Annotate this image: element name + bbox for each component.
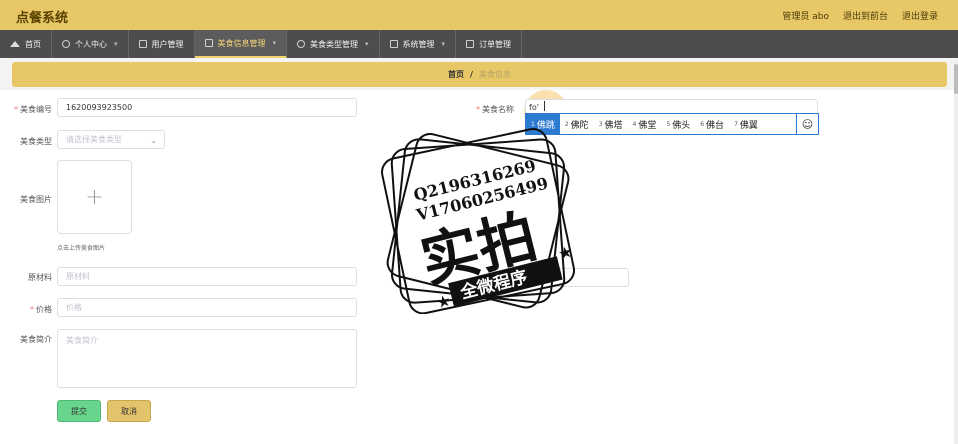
emoji-icon[interactable]: ☺ <box>796 114 818 134</box>
chevron-down-icon: ▾ <box>441 40 446 48</box>
settings-icon <box>389 40 398 48</box>
breadcrumb-current: 美食信息 <box>478 70 511 79</box>
app-title: 点餐系统 <box>16 11 69 26</box>
text-cursor <box>544 101 545 111</box>
logout-link[interactable]: 退出登录 <box>902 9 938 22</box>
breadcrumb: 首页 / 美食信息 <box>12 62 947 87</box>
ime-candidate[interactable]: 3 佛塔 <box>594 113 628 135</box>
chevron-down-icon: ⌄ <box>150 136 157 145</box>
order-icon <box>466 40 475 48</box>
plus-icon: + <box>85 184 104 210</box>
type-select[interactable]: 请选择美食类型 ⌄ <box>57 130 165 149</box>
nav-item-orders[interactable]: 订单管理 <box>456 30 523 58</box>
nav-item-users[interactable]: 用户管理 <box>129 30 195 58</box>
chevron-down-icon: ▾ <box>365 40 369 48</box>
nav-item-system[interactable]: 系统管理 ▾ <box>380 30 457 58</box>
ingredients-label: 原材料 <box>28 273 52 282</box>
nav-item-profile[interactable]: 个人中心 ▾ <box>52 30 129 58</box>
nav-item-food-info[interactable]: 美食信息管理 ▾ <box>194 30 288 58</box>
nav-item-food-type[interactable]: 美食类型管理 ▾ <box>287 30 380 58</box>
intro-textarea[interactable]: 美食简介 <box>57 329 357 388</box>
image-upload[interactable]: + <box>57 160 132 234</box>
user-icon <box>62 40 70 48</box>
back-to-front-link[interactable]: 退出到前台 <box>843 9 888 22</box>
ime-candidate[interactable]: 4 佛堂 <box>628 113 662 135</box>
watermark-stamp: Q2196316269 V17060256499 实拍 全微程序 ★ ★ <box>381 128 576 314</box>
top-header: 点餐系统 管理员 abo 退出到前台 退出登录 <box>0 0 958 30</box>
code-input[interactable]: 1620093923500 <box>57 98 357 117</box>
type-select-placeholder: 请选择美食类型 <box>66 135 122 144</box>
nav-label: 首页 <box>25 39 41 49</box>
upload-hint: 点击上传美食图片 <box>57 245 106 252</box>
food-icon <box>204 39 213 47</box>
nav-label: 系统管理 <box>402 39 435 49</box>
star-icon: ★ <box>556 242 575 264</box>
home-icon <box>10 41 20 47</box>
nav-label: 美食信息管理 <box>217 38 266 48</box>
price-input[interactable]: 价格 <box>57 298 357 317</box>
nav-label: 订单管理 <box>479 39 512 49</box>
code-label: * 美食编号 <box>14 105 52 114</box>
breadcrumb-separator: / <box>470 70 473 79</box>
cancel-button[interactable]: 取消 <box>107 400 151 422</box>
image-label: 美食图片 <box>20 195 52 204</box>
price-label: * 价格 <box>30 305 52 314</box>
intro-label: 美食简介 <box>20 335 52 344</box>
top-links: 管理员 abo 退出到前台 退出登录 <box>782 9 938 22</box>
nav-label: 美食类型管理 <box>310 39 359 49</box>
page-scrollbar[interactable] <box>954 60 958 444</box>
users-icon <box>138 40 147 48</box>
breadcrumb-home[interactable]: 首页 <box>448 69 464 80</box>
ingredients-input[interactable]: 原材料 <box>57 267 357 286</box>
scrollbar-thumb[interactable] <box>954 64 958 94</box>
nav-item-home[interactable]: 首页 <box>0 30 52 58</box>
ime-candidate[interactable]: 5 佛头 <box>661 113 695 135</box>
submit-button[interactable]: 提交 <box>57 400 101 422</box>
chevron-down-icon: ▾ <box>272 39 277 47</box>
ime-candidate[interactable]: 7 佛翼 <box>729 113 763 135</box>
name-label: * 美食名称 <box>476 105 514 114</box>
main-nav: 首页 个人中心 ▾ 用户管理 美食信息管理 ▾ 美食类型管理 ▾ 系统管理 ▾ … <box>0 30 958 58</box>
nav-label: 用户管理 <box>151 39 184 49</box>
admin-label: 管理员 abo <box>782 12 829 22</box>
ime-candidate[interactable]: 6 佛台 <box>695 113 729 135</box>
nav-label: 个人中心 <box>75 39 107 49</box>
chevron-down-icon: ▾ <box>114 40 118 48</box>
type-label: 美食类型 <box>20 137 52 146</box>
category-icon <box>297 40 306 48</box>
